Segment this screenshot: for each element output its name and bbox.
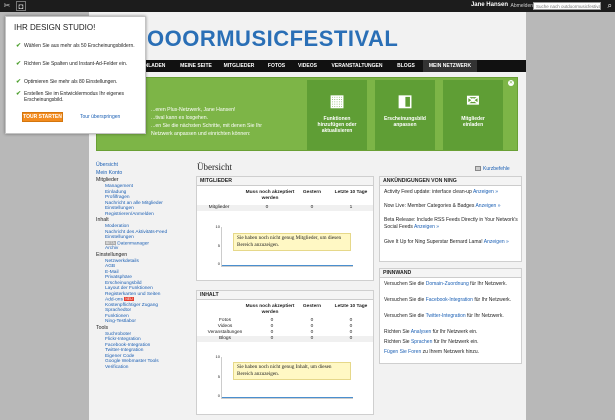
skip-tour-link[interactable]: Tour überspringen bbox=[80, 114, 120, 120]
check-icon: ✔ bbox=[16, 61, 22, 67]
read-more-link[interactable]: Anzeigen » bbox=[475, 203, 500, 209]
tour-title: IHR DESIGN STUDIO! bbox=[14, 23, 96, 32]
announcement-item: Beta Release: Include RSS Feeds Directly… bbox=[384, 217, 518, 230]
check-icon: ✔ bbox=[16, 91, 22, 97]
customize-appearance-tile[interactable]: ◧ Erscheinungsbild anpassen bbox=[375, 80, 435, 150]
column-header: Letzte 10 Tage bbox=[334, 190, 368, 195]
sidebar-group-settings: Einstellungen bbox=[96, 251, 128, 258]
new-badge: NEU bbox=[124, 297, 134, 301]
panel-title: INHALT bbox=[197, 291, 373, 300]
read-more-link[interactable]: Anzeigen » bbox=[473, 189, 498, 195]
panel-title: MITGLIEDER bbox=[197, 177, 373, 186]
nav-item-my-network[interactable]: MEIN NETZWERK bbox=[423, 60, 477, 72]
pinboard-link[interactable]: Facebook-Integration bbox=[426, 297, 473, 303]
nav-item-blogs[interactable]: BLOGS bbox=[393, 60, 419, 72]
read-more-link[interactable]: Anzeigen » bbox=[484, 239, 509, 245]
sidebar-item[interactable]: Verification bbox=[96, 365, 188, 371]
pinboard-link[interactable]: Twitter-Integration bbox=[426, 313, 466, 319]
sidebar-item-overview[interactable]: Übersicht bbox=[96, 161, 188, 169]
nav-item-videos[interactable]: VIDEOS bbox=[294, 60, 321, 72]
pinboard-link[interactable]: Analysen bbox=[411, 329, 432, 335]
table-row: Blogs 0 0 0 bbox=[197, 336, 373, 342]
column-header: Gestern bbox=[302, 304, 322, 309]
pinboard-link[interactable]: Sprachen bbox=[411, 339, 432, 345]
nav-item-members[interactable]: MITGLIEDER bbox=[221, 60, 257, 72]
invite-members-tile[interactable]: ✉ Mitglieder einladen bbox=[443, 80, 503, 150]
tools-icon[interactable]: ✂ bbox=[2, 1, 12, 11]
pinboard-item: Fügen Sie Foren zu Ihrem Netzwerk hinzu. bbox=[384, 349, 480, 355]
welcome-text: ...eren Plus-Netzwerk, Jane Hansen! ...t… bbox=[151, 107, 263, 137]
main-nav: NLADEN MEINE SEITE MITGLIEDER FOTOS VIDE… bbox=[89, 60, 526, 72]
pinboard-item: Richten Sie Analysen für Ihr Netzwerk ei… bbox=[384, 329, 478, 335]
content-panel: INHALT Muss noch akzeptiert werden Geste… bbox=[196, 290, 374, 415]
nav-item-photos[interactable]: FOTOS bbox=[264, 60, 289, 72]
manage-icon[interactable]: ◘ bbox=[16, 1, 26, 11]
design-studio-tour-popup: IHR DESIGN STUDIO! ✔ Wählen Sie aus mehr … bbox=[5, 16, 146, 134]
pinboard-item: Versuchen Sie die Facebook-Integration f… bbox=[384, 297, 512, 303]
logout-link[interactable]: Abmelden bbox=[510, 3, 533, 9]
column-header: Letzte 10 Tage bbox=[334, 304, 368, 309]
admin-sidebar: Übersicht Mein Konto Mitglieder Manageme… bbox=[96, 161, 188, 370]
pinboard-panel: PINNWAND Versuchen Sie die Domain-Zuordn… bbox=[379, 268, 522, 364]
start-tour-button[interactable]: TOUR STARTEN bbox=[22, 112, 63, 122]
announcement-item: Now Live: Member Categories & Badges Anz… bbox=[384, 203, 501, 209]
members-panel: MITGLIEDER Muss noch akzeptiert werden G… bbox=[196, 176, 374, 281]
check-icon: ✔ bbox=[16, 79, 22, 85]
panel-title: PINNWAND bbox=[380, 269, 521, 278]
tour-step: ✔ Richten Sie Spalten und Instant-Ad-Feld… bbox=[16, 61, 128, 67]
graph-line bbox=[222, 397, 353, 398]
column-header: Muss noch akzeptiert werden bbox=[245, 304, 295, 315]
tour-step: ✔ Optimieren Sie mehr als 80 Einstellunge… bbox=[16, 79, 118, 85]
announcement-item: Activity Feed update: interface clean-up… bbox=[384, 189, 498, 195]
add-features-tile[interactable]: ▦ Funktionen hinzufügen oder aktualisier… bbox=[307, 80, 367, 150]
column-header: Gestern bbox=[302, 190, 322, 195]
column-header: Muss noch akzeptiert werden bbox=[245, 190, 295, 201]
pinboard-link[interactable]: Domain-Zuordnung bbox=[426, 281, 469, 287]
panel-title: ANKÜNDIGUNGEN VON NING bbox=[380, 177, 521, 186]
page-title: Übersicht bbox=[197, 162, 232, 172]
pinboard-item: Versuchen Sie die Domain-Zuordnung für I… bbox=[384, 281, 507, 287]
empty-notice: Sie haben noch nicht genug Inhalt, um di… bbox=[233, 362, 351, 380]
nav-item-events[interactable]: VERANSTALTUNGEN bbox=[327, 60, 387, 72]
empty-notice: Sie haben noch nicht genug Mitglieder, u… bbox=[233, 233, 351, 251]
search-input[interactable] bbox=[533, 2, 601, 10]
shortcuts-link[interactable]: Kurzbefehle bbox=[475, 166, 510, 172]
graph-line bbox=[222, 265, 353, 266]
site-title[interactable]: OOORMUSICFESTIVAL bbox=[147, 26, 398, 52]
announcement-item: Give It Up for Ning Superstar Bernard La… bbox=[384, 239, 509, 245]
sidebar-group-content: Inhalt bbox=[96, 217, 109, 223]
tour-step: ✔ Erstellen Sie im Entwicklermodus Ihr ei… bbox=[16, 91, 125, 103]
nav-item-my-page[interactable]: MEINE SEITE bbox=[176, 60, 216, 72]
tour-step: ✔ Wählen Sie aus mehr als 50 Erscheinungs… bbox=[16, 43, 135, 49]
welcome-banner: ...eren Plus-Netzwerk, Jane Hansen! ...t… bbox=[96, 77, 518, 151]
sidebar-group-members: Mitglieder bbox=[96, 177, 119, 183]
table-row: Mitglieder 0 0 1 bbox=[197, 205, 373, 211]
search-icon[interactable]: ⌕ bbox=[608, 1, 612, 11]
read-more-link[interactable]: Anzeigen » bbox=[414, 224, 439, 230]
pinboard-item: Richten Sie Sprachen für Ihr Netzwerk ei… bbox=[384, 339, 479, 345]
sidebar-group-tools: Tools bbox=[96, 324, 109, 331]
pinboard-link[interactable]: Fügen Sie Foren bbox=[384, 349, 421, 355]
top-toolbar: ✂ ◘ Jane Hansen Abmelden ⌕ bbox=[0, 0, 615, 12]
members-icon: ✉ bbox=[466, 93, 480, 110]
appearance-icon: ◧ bbox=[397, 93, 413, 110]
sidebar-item-my-account[interactable]: Mein Konto bbox=[96, 169, 188, 177]
pinboard-item: Versuchen Sie die Twitter-Integration fü… bbox=[384, 313, 504, 319]
check-icon: ✔ bbox=[16, 43, 22, 49]
announcements-panel: ANKÜNDIGUNGEN VON NING Activity Feed upd… bbox=[379, 176, 522, 262]
features-icon: ▦ bbox=[329, 93, 345, 110]
close-icon[interactable]: ✕ bbox=[508, 80, 514, 86]
beta-badge: BETA bbox=[105, 240, 116, 245]
keyboard-icon bbox=[475, 166, 481, 172]
user-name-link[interactable]: Jane Hansen bbox=[471, 2, 508, 8]
